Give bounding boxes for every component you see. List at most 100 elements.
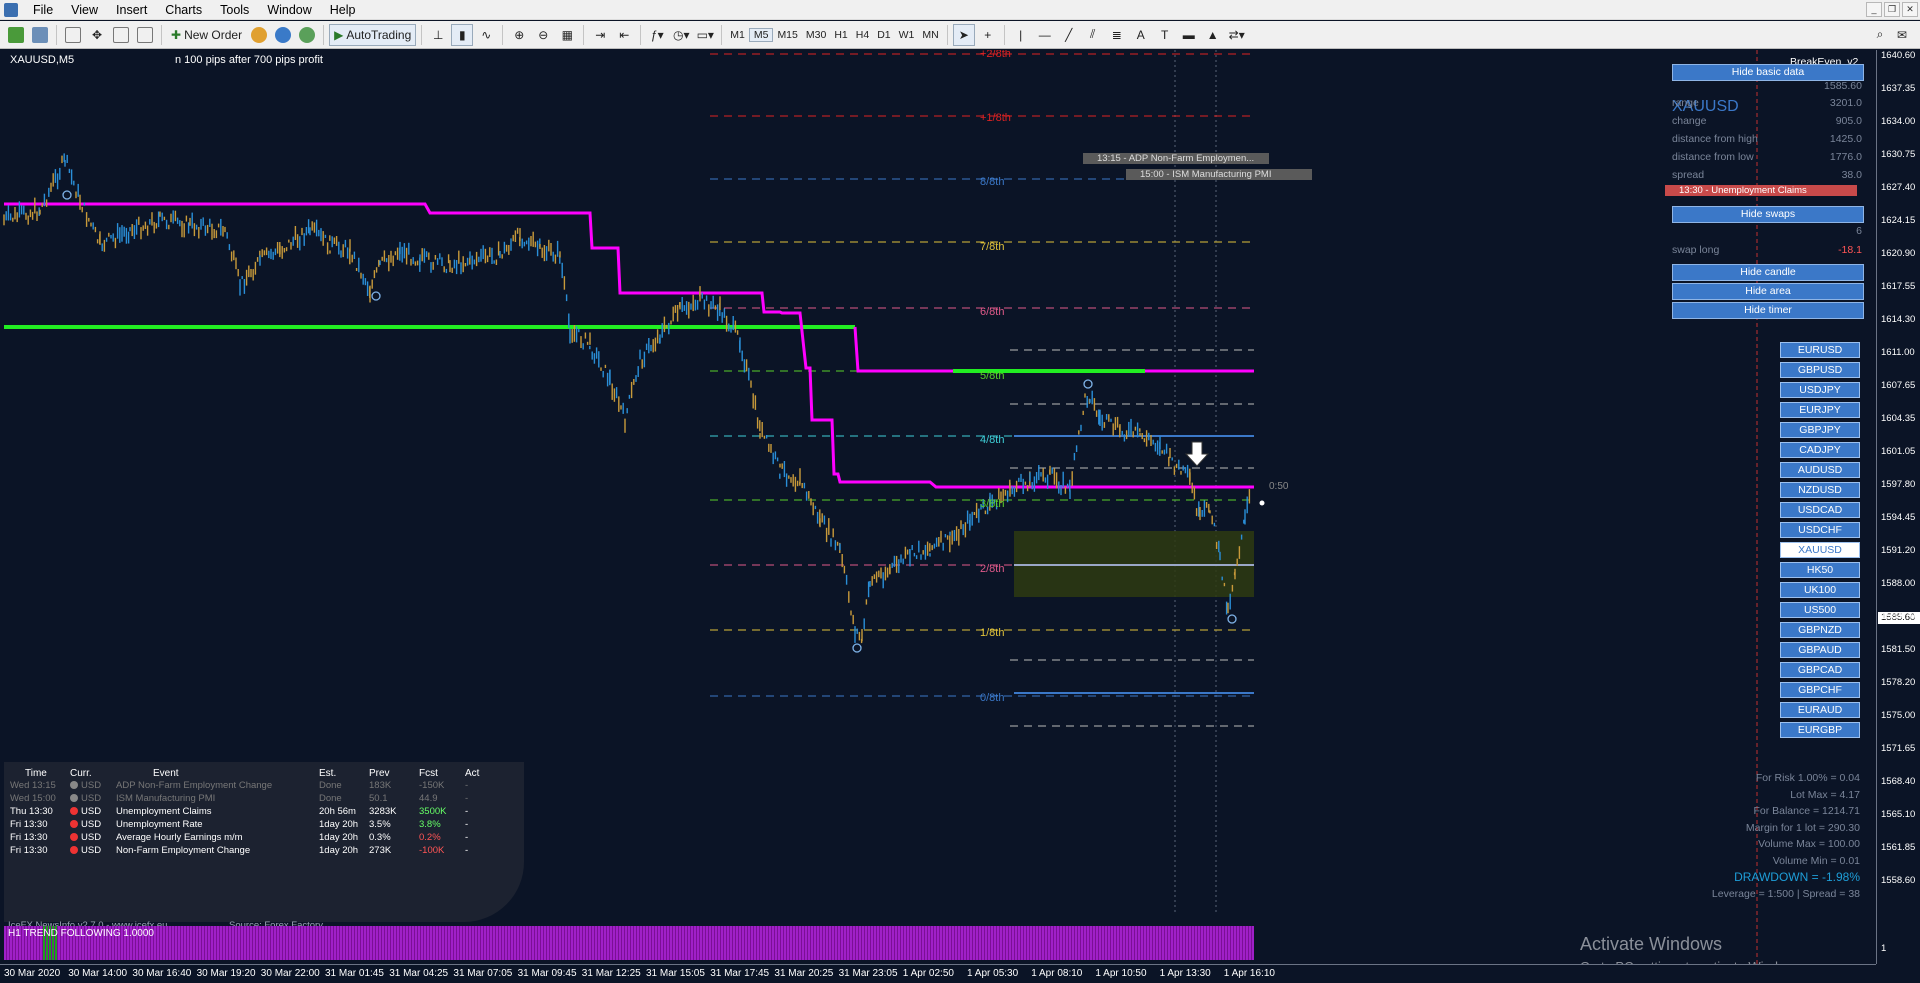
pair-button-gbpnzd[interactable]: GBPNZD (1780, 622, 1860, 638)
periods-icon[interactable]: ◷▾ (670, 24, 692, 46)
restore-icon[interactable]: ❐ (1884, 2, 1900, 17)
profiles-icon[interactable] (29, 24, 51, 46)
timeframe-m30[interactable]: M30 (802, 29, 830, 41)
text-icon[interactable]: A (1130, 24, 1152, 46)
chart-shift-icon[interactable]: ⇤ (613, 24, 635, 46)
autotrading-button[interactable]: ▶ AutoTrading (329, 23, 417, 46)
histogram-bar (373, 926, 375, 960)
menu-charts[interactable]: Charts (156, 0, 211, 20)
histogram-bar (958, 926, 960, 960)
trendline-icon[interactable]: ╱ (1058, 24, 1080, 46)
fibonacci-icon[interactable]: ≣ (1106, 24, 1128, 46)
cursor-icon[interactable]: ➤ (952, 23, 975, 46)
timeframe-m15[interactable]: M15 (773, 29, 801, 41)
histogram-bar (421, 926, 423, 960)
pair-button-audusd[interactable]: AUDUSD (1780, 462, 1860, 478)
price-tick-label: 1588.00 (1881, 578, 1916, 589)
pair-button-usdchf[interactable]: USDCHF (1780, 522, 1860, 538)
menu-window[interactable]: Window (258, 0, 320, 20)
histogram-bar (616, 926, 618, 960)
timeframe-h1[interactable]: H1 (830, 29, 851, 41)
minimize-icon[interactable]: _ (1866, 2, 1882, 17)
text-label-icon[interactable]: T (1154, 24, 1176, 46)
menu-tools[interactable]: Tools (211, 0, 258, 20)
navigator-icon[interactable] (110, 24, 132, 46)
histogram-bar (928, 926, 930, 960)
timeframe-w1[interactable]: W1 (895, 29, 919, 41)
equidistant-channel-icon[interactable]: ⫽ (1082, 24, 1104, 46)
pair-button-eurusd[interactable]: EURUSD (1780, 342, 1860, 358)
line-chart-icon[interactable]: ∿ (475, 24, 497, 46)
rectangle-icon[interactable]: ▬ (1178, 24, 1200, 46)
hide-area-button[interactable]: Hide area (1672, 283, 1864, 300)
pair-button-xauusd[interactable]: XAUUSD (1780, 542, 1860, 558)
pair-button-gbpchf[interactable]: GBPCHF (1780, 682, 1860, 698)
chart-area[interactable]: XAUUSD,M5 n 100 pips after 700 pips prof… (0, 50, 1920, 983)
terminal-icon[interactable] (134, 24, 156, 46)
close-icon[interactable]: ✕ (1902, 2, 1918, 17)
indicators-icon[interactable]: ƒ▾ (646, 24, 668, 46)
pair-button-nzdusd[interactable]: NZDUSD (1780, 482, 1860, 498)
pair-button-eurjpy[interactable]: EURJPY (1780, 402, 1860, 418)
histogram-bar (1114, 926, 1116, 960)
candlestick-icon[interactable]: ▮ (451, 23, 474, 46)
signals-icon[interactable] (272, 24, 294, 46)
timeframe-m1[interactable]: M1 (726, 29, 749, 41)
histogram-bar (757, 926, 759, 960)
pair-button-usdjpy[interactable]: USDJPY (1780, 382, 1860, 398)
timeframe-mn[interactable]: MN (918, 29, 942, 41)
price-tick-label: 1571.65 (1881, 743, 1916, 754)
pair-button-usdcad[interactable]: USDCAD (1780, 502, 1860, 518)
market-watch-icon[interactable] (62, 24, 84, 46)
info-row-distance-low: distance from low 1776.0 (1672, 151, 1862, 163)
crosshair-tool-icon[interactable]: + (977, 24, 999, 46)
pair-button-euraud[interactable]: EURAUD (1780, 702, 1860, 718)
new-order-button[interactable]: ✚ New Order (167, 24, 246, 46)
market-icon[interactable] (248, 24, 270, 46)
pair-button-uk100[interactable]: UK100 (1780, 582, 1860, 598)
menu-insert[interactable]: Insert (107, 0, 156, 20)
search-icon[interactable]: ⌕ (1869, 24, 1891, 46)
histogram-bar (739, 926, 741, 960)
histogram-bar (736, 926, 738, 960)
hide-candle-button[interactable]: Hide candle (1672, 264, 1864, 281)
pair-button-gbpjpy[interactable]: GBPJPY (1780, 422, 1860, 438)
hide-basic-data-button[interactable]: Hide basic data (1672, 64, 1864, 81)
zoom-out-icon[interactable]: ⊖ (532, 24, 554, 46)
timeframe-h4[interactable]: H4 (852, 29, 873, 41)
autoscroll-icon[interactable]: ⇥ (589, 24, 611, 46)
vertical-line-icon[interactable]: | (1010, 24, 1032, 46)
news-cell: 1day 20h (319, 832, 359, 843)
arrows-icon[interactable]: ⇄▾ (1226, 24, 1248, 46)
pair-button-gbpaud[interactable]: GBPAUD (1780, 642, 1860, 658)
menu-view[interactable]: View (62, 0, 107, 20)
menu-help[interactable]: Help (321, 0, 365, 20)
info-row-range: range 3201.0 (1672, 97, 1862, 109)
horizontal-line-icon[interactable]: — (1034, 24, 1056, 46)
histogram-bar (865, 926, 867, 960)
histogram-bar (529, 926, 531, 960)
templates-icon[interactable]: ▭▾ (694, 24, 716, 46)
crosshair-icon[interactable]: ✥ (86, 24, 108, 46)
hide-timer-button[interactable]: Hide timer (1672, 302, 1864, 319)
timeframe-d1[interactable]: D1 (873, 29, 894, 41)
pair-button-us500[interactable]: US500 (1780, 602, 1860, 618)
tile-windows-icon[interactable]: ▦ (556, 24, 578, 46)
timeframe-m5[interactable]: M5 (748, 27, 774, 42)
zoom-in-icon[interactable]: ⊕ (508, 24, 530, 46)
new-chart-icon[interactable] (5, 24, 27, 46)
chat-icon[interactable]: ✉ (1891, 24, 1913, 46)
pair-button-cadjpy[interactable]: CADJPY (1780, 442, 1860, 458)
triangle-icon[interactable]: ▲ (1202, 24, 1224, 46)
price-tick-label: 1575.00 (1881, 710, 1916, 721)
pair-button-gbpcad[interactable]: GBPCAD (1780, 662, 1860, 678)
globe-icon[interactable] (296, 24, 318, 46)
bar-chart-icon[interactable]: ⊥ (427, 24, 449, 46)
histogram-bar (898, 926, 900, 960)
hide-swaps-button[interactable]: Hide swaps (1672, 206, 1864, 223)
pair-button-gbpusd[interactable]: GBPUSD (1780, 362, 1860, 378)
histogram-bar (880, 926, 882, 960)
menu-file[interactable]: File (24, 0, 62, 20)
pair-button-hk50[interactable]: HK50 (1780, 562, 1860, 578)
pair-button-eurgbp[interactable]: EURGBP (1780, 722, 1860, 738)
